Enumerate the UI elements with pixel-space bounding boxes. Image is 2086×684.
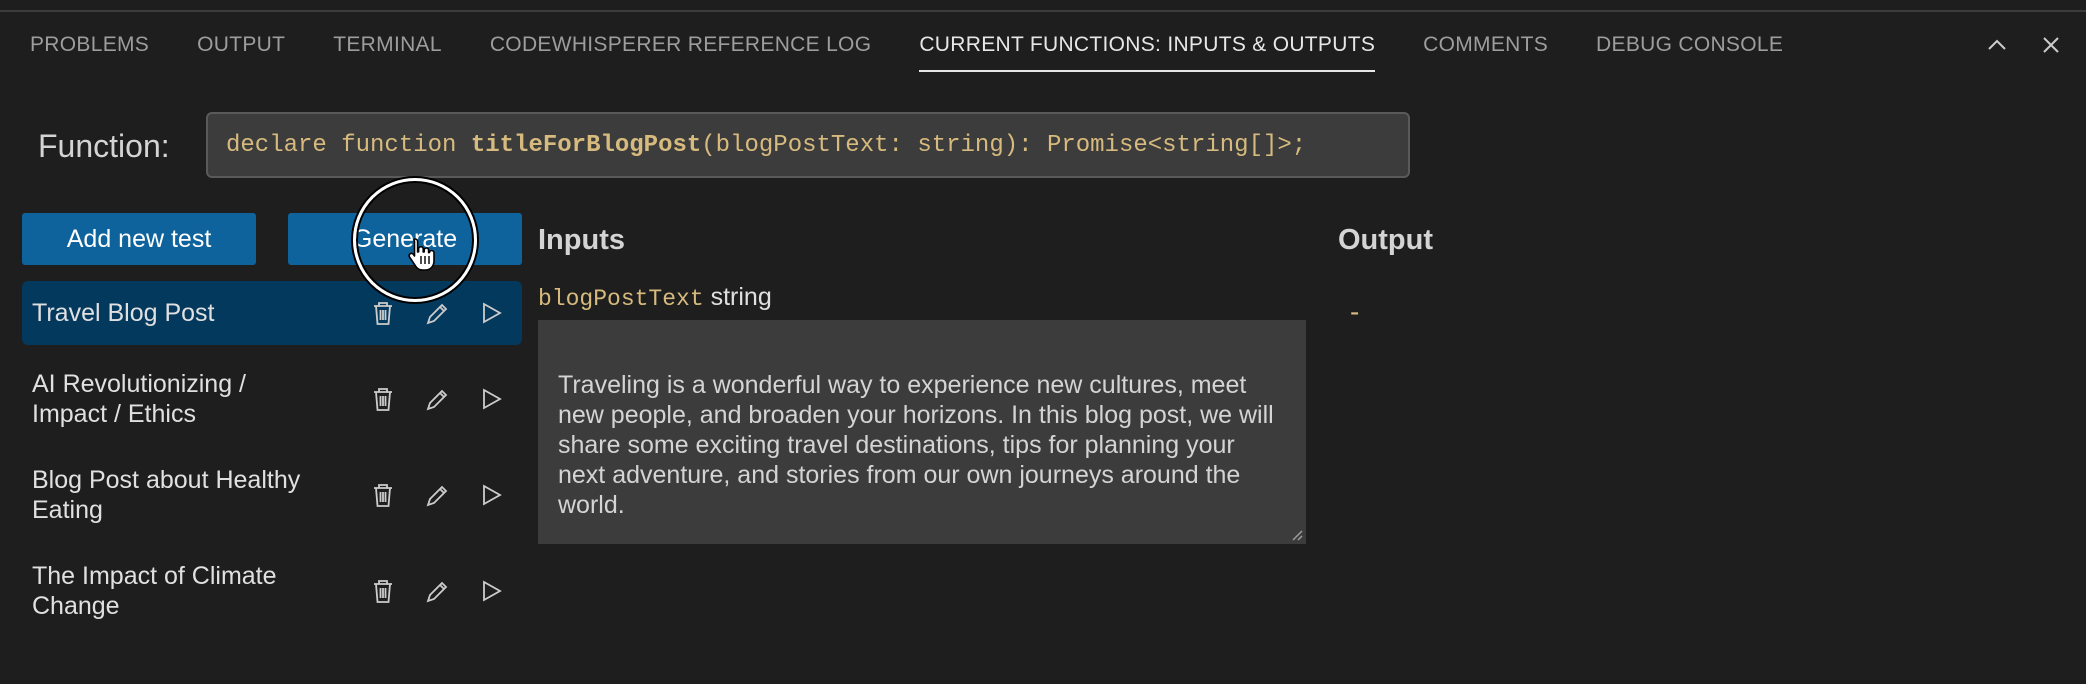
pencil-icon[interactable]: [424, 385, 450, 413]
test-actions: [370, 299, 504, 327]
output-value: -: [1350, 296, 1360, 327]
trash-icon[interactable]: [370, 577, 396, 605]
trash-icon[interactable]: [370, 299, 396, 327]
play-icon[interactable]: [478, 577, 504, 605]
tab-debug-console[interactable]: DEBUG CONSOLE: [1572, 12, 1807, 78]
play-icon[interactable]: [478, 481, 504, 509]
test-name: AI Revolutionizing / Impact / Ethics: [32, 370, 247, 428]
trash-icon[interactable]: [370, 385, 396, 413]
output-title: Output: [1338, 224, 1434, 256]
trash-icon[interactable]: [370, 481, 396, 509]
test-actions: [370, 481, 504, 509]
function-signature[interactable]: declare function titleForBlogPost (blogPo…: [206, 112, 1410, 178]
input-textarea[interactable]: Traveling is a wonderful way to experien…: [538, 320, 1306, 544]
test-actions: [370, 385, 504, 413]
tab-codewhisperer-reference-log[interactable]: CODEWHISPERER REFERENCE LOG: [466, 12, 896, 78]
input-text: Traveling is a wonderful way to experien…: [558, 371, 1274, 519]
close-icon[interactable]: [2038, 32, 2064, 58]
parameter-name: blogPostText: [538, 286, 704, 312]
test-item-healthy-eating[interactable]: Blog Post about Healthy Eating: [22, 455, 522, 535]
function-prefix: declare function: [226, 131, 471, 159]
tab-terminal[interactable]: TERMINAL: [309, 12, 466, 78]
test-item-ai-revolutionizing[interactable]: AI Revolutionizing / Impact / Ethics: [22, 359, 522, 439]
pencil-icon[interactable]: [424, 481, 450, 509]
tab-output[interactable]: OUTPUT: [173, 12, 309, 78]
test-list: Travel Blog Post AI Revolutionizing / Im…: [22, 281, 522, 631]
panel-tab-bar: PROBLEMS OUTPUT TERMINAL CODEWHISPERER R…: [0, 12, 2086, 78]
chevron-up-icon[interactable]: [1984, 32, 2010, 58]
tab-comments[interactable]: COMMENTS: [1399, 12, 1572, 78]
test-item-climate-change[interactable]: The Impact of Climate Change: [22, 551, 522, 631]
test-item-travel-blog-post[interactable]: Travel Blog Post: [22, 281, 522, 345]
resize-grip-icon[interactable]: [1289, 527, 1303, 541]
add-new-test-button[interactable]: Add new test: [22, 213, 256, 265]
test-name: Blog Post about Healthy Eating: [32, 466, 301, 524]
panel-actions: [1984, 32, 2064, 58]
tab-problems[interactable]: PROBLEMS: [30, 12, 173, 78]
pencil-icon[interactable]: [424, 299, 450, 327]
play-icon[interactable]: [478, 385, 504, 413]
input-parameter: blogPostText string: [538, 283, 772, 312]
parameter-type: string: [710, 283, 772, 311]
test-name: Travel Blog Post: [32, 299, 215, 327]
inputs-title: Inputs: [538, 224, 625, 256]
play-icon[interactable]: [478, 299, 504, 327]
panel-tabs: PROBLEMS OUTPUT TERMINAL CODEWHISPERER R…: [30, 12, 1807, 78]
test-name: The Impact of Climate Change: [32, 562, 277, 620]
generate-button[interactable]: Generate: [288, 213, 522, 265]
test-actions: [370, 577, 504, 605]
function-suffix: (blogPostText: string): Promise<string[]…: [701, 131, 1307, 159]
tab-current-functions[interactable]: CURRENT FUNCTIONS: INPUTS & OUTPUTS: [895, 12, 1399, 78]
function-name: titleForBlogPost: [470, 131, 702, 159]
pencil-icon[interactable]: [424, 577, 450, 605]
function-label: Function:: [38, 128, 170, 164]
